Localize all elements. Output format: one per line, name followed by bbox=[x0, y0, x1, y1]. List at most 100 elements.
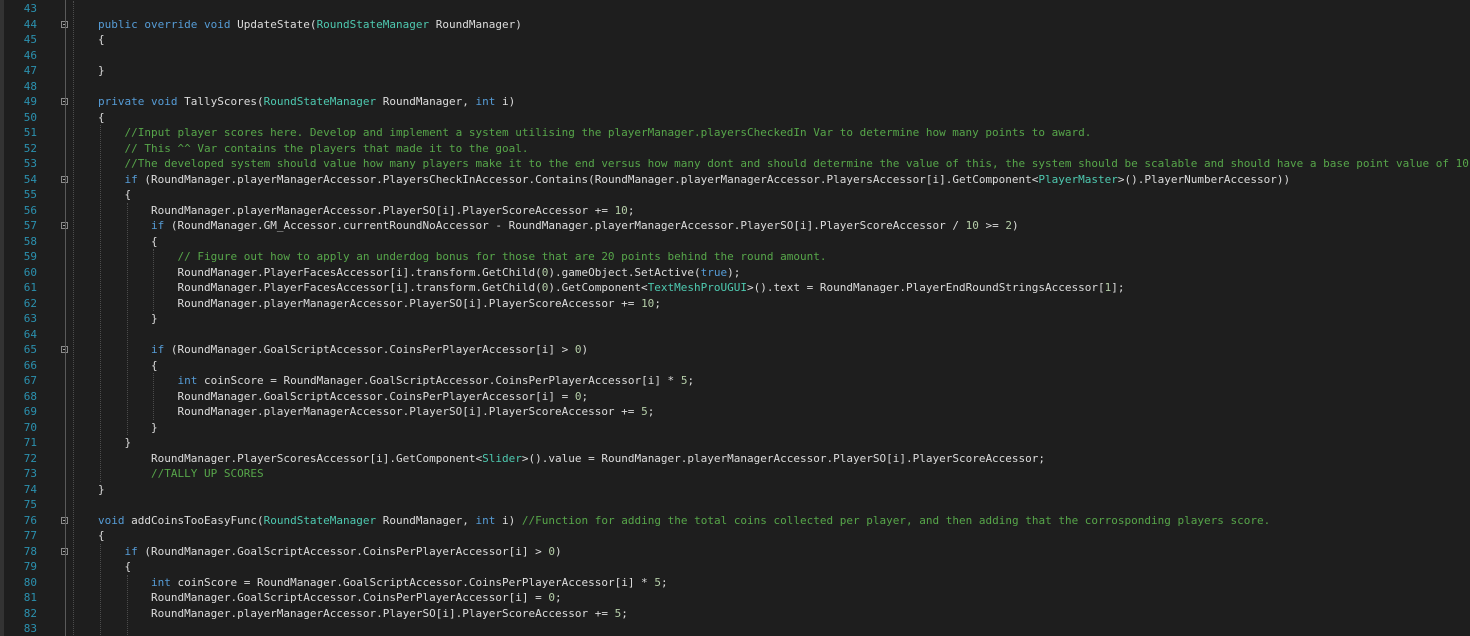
indent-guide bbox=[127, 574, 128, 636]
code-line[interactable]: 69 RoundManager.playerManagerAccessor.Pl… bbox=[0, 404, 1470, 420]
line-number: 45 bbox=[23, 33, 37, 46]
indent-guide bbox=[100, 543, 101, 636]
code-token: TextMeshProUGUI bbox=[647, 281, 748, 294]
code-token: RoundManager.GoalScriptAccessor.CoinsPer… bbox=[98, 591, 549, 604]
line-number: 60 bbox=[23, 265, 37, 279]
code-line[interactable]: 60 RoundManager.PlayerFacesAccessor[i].t… bbox=[0, 265, 1470, 281]
code-line[interactable]: 71 } bbox=[0, 435, 1470, 451]
code-line[interactable]: 61 RoundManager.PlayerFacesAccessor[i].t… bbox=[0, 280, 1470, 296]
code-line[interactable]: 70 } bbox=[0, 420, 1470, 436]
line-number: 67 bbox=[23, 374, 37, 387]
code-line[interactable]: 82 RoundManager.playerManagerAccessor.Pl… bbox=[0, 606, 1470, 622]
code-line[interactable]: 45 { bbox=[0, 32, 1470, 48]
code-token: (RoundManager.GoalScriptAccessor.CoinsPe… bbox=[164, 343, 575, 356]
code-line[interactable]: 67 int coinScore = RoundManager.GoalScri… bbox=[0, 373, 1470, 389]
code-token: addCoinsTooEasyFunc( bbox=[131, 513, 264, 527]
code-line[interactable]: 63 } bbox=[0, 311, 1470, 327]
code-text: // Figure out how to apply an underdog b… bbox=[98, 249, 826, 265]
code-token: TallyScores( bbox=[184, 95, 264, 108]
code-line[interactable]: 62 RoundManager.playerManagerAccessor.Pl… bbox=[0, 296, 1470, 312]
code-token: RoundManager.playerManagerAccessor.Playe… bbox=[98, 405, 642, 418]
code-line[interactable]: 57 if (RoundManager.GM_Accessor.currentR… bbox=[0, 218, 1470, 234]
code-token: ; bbox=[581, 389, 589, 403]
line-number: 77 bbox=[23, 529, 37, 542]
code-text: RoundManager.PlayerScoresAccessor[i].Get… bbox=[98, 451, 1045, 467]
code-token: ]; bbox=[1111, 281, 1125, 294]
line-number: 58 bbox=[23, 234, 37, 248]
code-token: RoundManager.GoalScriptAccessor.CoinsPer… bbox=[98, 389, 575, 403]
code-line[interactable]: 54 if (RoundManager.playerManagerAccesso… bbox=[0, 172, 1470, 188]
code-line[interactable]: 43 bbox=[0, 1, 1470, 17]
code-token: if bbox=[150, 219, 165, 232]
code-token: ); bbox=[727, 265, 741, 279]
code-line[interactable]: 79 { bbox=[0, 559, 1470, 575]
indent-guide bbox=[73, 1, 74, 636]
code-line[interactable]: 51 //Input player scores here. Develop a… bbox=[0, 125, 1470, 141]
code-line[interactable]: 49 private void TallyScores(RoundStateMan… bbox=[0, 94, 1470, 110]
line-number: 56 bbox=[23, 203, 37, 217]
code-token: i) bbox=[495, 513, 522, 527]
line-number: 65 bbox=[23, 343, 37, 356]
code-token: ).GetComponent< bbox=[548, 281, 648, 294]
code-line[interactable]: 50 { bbox=[0, 110, 1470, 126]
code-token: int bbox=[475, 513, 496, 527]
line-number: 63 bbox=[23, 312, 37, 325]
code-token: 0 bbox=[548, 544, 555, 558]
code-line[interactable]: 53 //The developed system should value h… bbox=[0, 156, 1470, 172]
code-line[interactable]: 80 int coinScore = RoundManager.GoalScri… bbox=[0, 575, 1470, 591]
code-token: // This ^^ Var contains the players that… bbox=[98, 141, 529, 155]
line-number: 83 bbox=[23, 622, 37, 635]
code-line[interactable]: 66 { bbox=[0, 358, 1470, 374]
code-text: RoundManager.playerManagerAccessor.Playe… bbox=[98, 203, 634, 219]
code-token: //Function for adding the total coins co… bbox=[521, 513, 1271, 527]
code-token: coinScore = RoundManager.GoalScriptAcces… bbox=[197, 374, 681, 387]
line-number: 47 bbox=[23, 64, 37, 77]
code-line[interactable]: 64 bbox=[0, 327, 1470, 343]
line-number: 71 bbox=[23, 436, 37, 449]
line-number: 74 bbox=[23, 482, 37, 496]
code-token: ).gameObject.SetActive( bbox=[548, 265, 701, 279]
code-line[interactable]: 56 RoundManager.playerManagerAccessor.Pl… bbox=[0, 203, 1470, 219]
code-text: RoundManager.playerManagerAccessor.Playe… bbox=[98, 606, 628, 622]
code-line[interactable]: 46 bbox=[0, 48, 1470, 64]
line-number: 80 bbox=[23, 575, 37, 589]
code-line[interactable]: 75 bbox=[0, 497, 1470, 513]
code-line[interactable]: 48 bbox=[0, 79, 1470, 95]
code-line[interactable]: 59 // Figure out how to apply an underdo… bbox=[0, 249, 1470, 265]
code-line[interactable]: 52 // This ^^ Var contains the players t… bbox=[0, 141, 1470, 157]
code-token: int bbox=[150, 575, 171, 589]
code-line[interactable]: 81 RoundManager.GoalScriptAccessor.Coins… bbox=[0, 590, 1470, 606]
code-line[interactable]: 78 if (RoundManager.GoalScriptAccessor.C… bbox=[0, 544, 1470, 560]
code-token: } bbox=[98, 482, 105, 496]
line-number: 44 bbox=[23, 17, 37, 31]
code-line[interactable]: 83 bbox=[0, 621, 1470, 636]
code-line[interactable]: 77 { bbox=[0, 528, 1470, 544]
line-number: 82 bbox=[23, 606, 37, 620]
code-text: RoundManager.PlayerFacesAccessor[i].tran… bbox=[98, 280, 1125, 296]
code-token: ; bbox=[647, 405, 655, 418]
code-token: >().PlayerNumberAccessor)) bbox=[1117, 172, 1291, 186]
line-number: 62 bbox=[23, 296, 37, 310]
code-token: ; bbox=[621, 606, 628, 620]
code-line[interactable]: 47} bbox=[0, 63, 1470, 79]
code-token: 2 bbox=[1005, 219, 1012, 232]
code-line[interactable]: 65 if (RoundManager.GoalScriptAccessor.C… bbox=[0, 342, 1470, 358]
line-number: 79 bbox=[23, 560, 37, 573]
code-line[interactable]: 73 //TALLY UP SCORES bbox=[0, 466, 1470, 482]
code-line[interactable]: 58 { bbox=[0, 234, 1470, 250]
line-number: 69 bbox=[23, 405, 37, 418]
code-line[interactable]: 44 public override void UpdateState(Round… bbox=[0, 17, 1470, 33]
code-line[interactable]: 72 RoundManager.PlayerScoresAccessor[i].… bbox=[0, 451, 1470, 467]
indent-guide bbox=[153, 249, 154, 311]
code-line[interactable]: 55 { bbox=[0, 187, 1470, 203]
code-token: 5 bbox=[654, 575, 661, 589]
code-token: >().value = RoundManager.playerManagerAc… bbox=[521, 451, 1046, 465]
code-line[interactable]: 74} bbox=[0, 482, 1470, 498]
code-line[interactable]: 76 void addCoinsTooEasyFunc(RoundStateMan… bbox=[0, 513, 1470, 529]
code-line[interactable]: 68 RoundManager.GoalScriptAccessor.Coins… bbox=[0, 389, 1470, 405]
code-token: RoundStateManager bbox=[316, 17, 430, 31]
line-number: 68 bbox=[23, 389, 37, 403]
code-editor[interactable]: 43 44 public override void UpdateState(Rou… bbox=[0, 0, 1470, 636]
